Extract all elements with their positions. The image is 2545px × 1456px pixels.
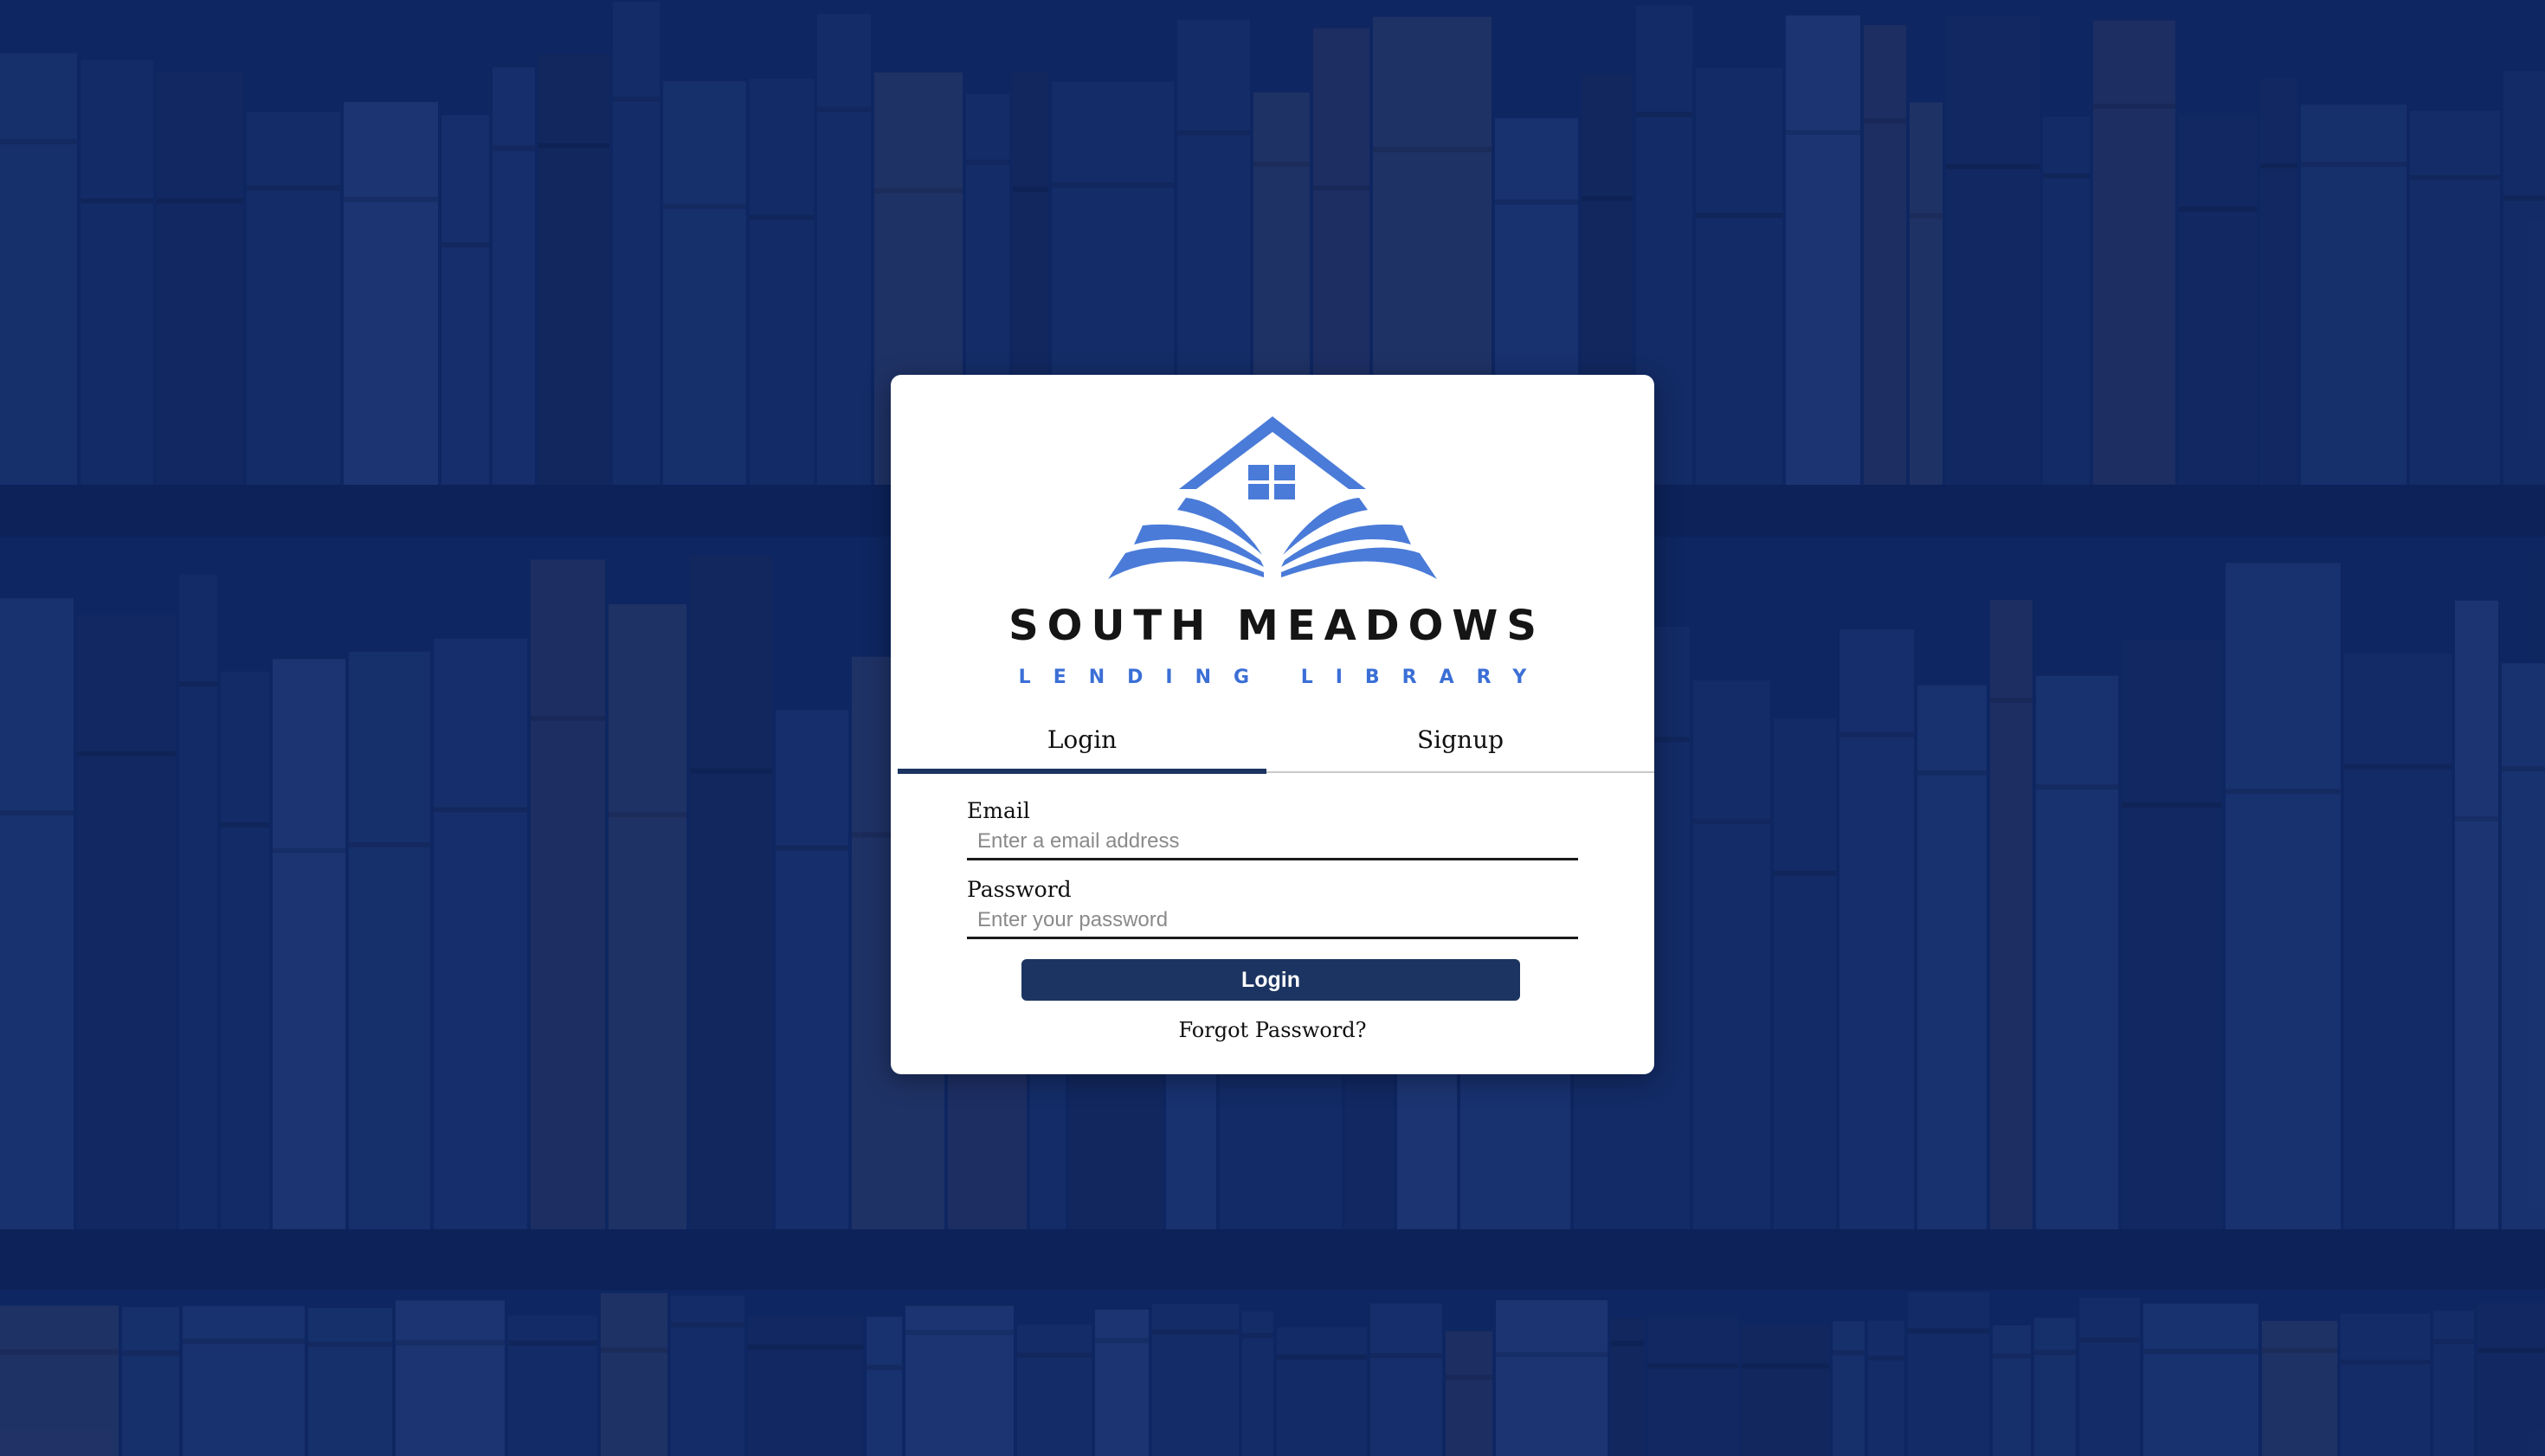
email-label: Email: [967, 798, 1030, 823]
library-logo: SOUTH MEADOWS LENDING LIBRARY: [891, 375, 1654, 704]
tab-login[interactable]: Login: [898, 710, 1266, 774]
auth-tabs: Login Signup: [898, 710, 1654, 774]
login-button[interactable]: Login: [1021, 959, 1520, 1001]
tab-signup[interactable]: Signup: [1266, 710, 1654, 774]
email-field[interactable]: [967, 824, 1578, 860]
password-field[interactable]: [967, 903, 1578, 939]
tab-active-indicator: [898, 769, 1266, 774]
password-label: Password: [967, 877, 1072, 902]
forgot-password-link[interactable]: Forgot Password?: [967, 1018, 1578, 1042]
open-book-house-icon: [1108, 416, 1437, 579]
brand-title: SOUTH MEADOWS: [1008, 602, 1545, 650]
brand-subtitle: LENDING LIBRARY: [1018, 667, 1550, 688]
